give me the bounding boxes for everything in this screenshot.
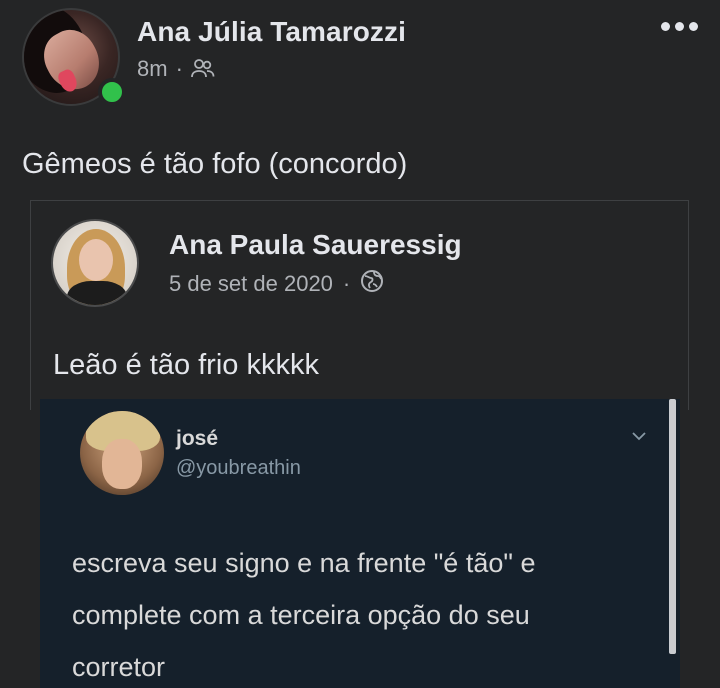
post-time[interactable]: 8m: [137, 56, 168, 82]
shared-post-date[interactable]: 5 de set de 2020: [169, 271, 333, 297]
shared-post-text: Leão é tão frio kkkkk: [53, 349, 319, 381]
tweet-text: escreva seu signo e na frente "é tão" e …: [72, 537, 662, 688]
shared-author-name[interactable]: Ana Paula Saueressig: [169, 229, 462, 261]
shared-post-card[interactable]: Ana Paula Saueressig 5 de set de 2020 · …: [30, 200, 689, 410]
meta-separator: ·: [175, 56, 183, 81]
tweet-screenshot: josé @youbreathin escreva seu signo e na…: [40, 399, 680, 688]
facebook-post-screenshot: Ana Júlia Tamarozzi 8m · Gêmeos é tão fo…: [0, 0, 720, 688]
author-name[interactable]: Ana Júlia Tamarozzi: [137, 16, 406, 48]
meta-separator: ·: [342, 271, 351, 296]
online-status-dot: [98, 78, 126, 106]
chevron-down-icon: [631, 429, 647, 447]
tweet-text-line: escreva seu signo e na frente "é tão" e: [72, 548, 536, 578]
friends-icon[interactable]: [190, 58, 215, 80]
more-horizontal-icon: [661, 22, 670, 31]
tweet-handle: @youbreathin: [176, 457, 301, 479]
more-options-button[interactable]: [661, 22, 698, 31]
tweet-text-line: complete com a terceira opção do seu: [72, 600, 530, 630]
globe-icon[interactable]: [360, 269, 384, 299]
tweet-avatar: [80, 411, 164, 495]
shared-post-meta: 5 de set de 2020 ·: [169, 269, 384, 299]
shared-author-avatar[interactable]: [51, 219, 139, 307]
scrollbar: [669, 399, 676, 654]
tweet-text-line: corretor: [72, 652, 166, 682]
tweet-display-name: josé: [176, 427, 219, 450]
post-meta: 8m ·: [137, 56, 215, 82]
post-text: Gêmeos é tão fofo (concordo): [22, 148, 408, 180]
